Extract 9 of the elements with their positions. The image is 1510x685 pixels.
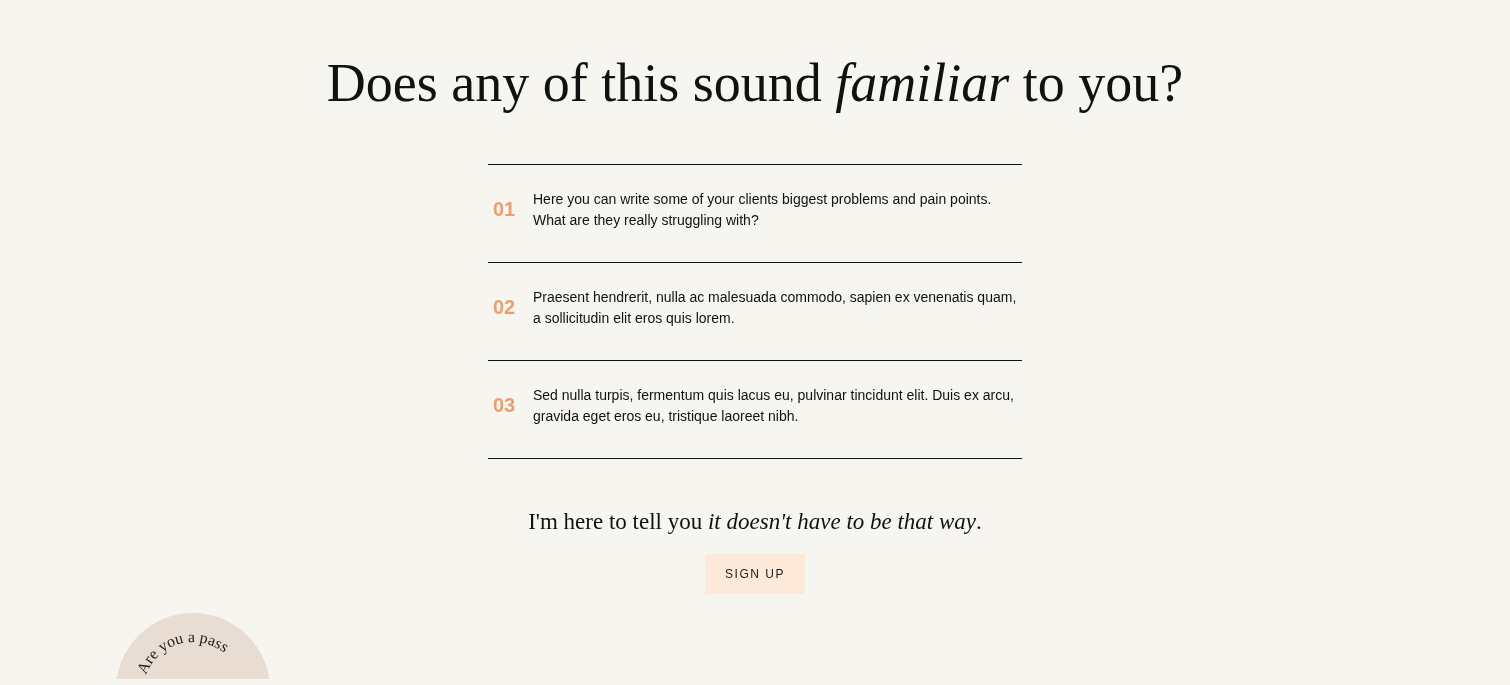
sign-up-button[interactable]: SIGN UP (705, 554, 805, 594)
item-number: 03 (493, 394, 517, 417)
tagline: I'm here to tell you it doesn't have to be that way. (528, 508, 982, 536)
section-heading: Does any of this sound familiar to you? (326, 52, 1184, 115)
item-text: Sed nulla turpis, fermentum quis lacus eu, pulvinar tincidunt elit. Duis ex arcu, gravida eget eros eu, tristique laoreet nibh. (533, 385, 1015, 426)
item-text: Praesent hendrerit, nulla ac malesuada commodo, sapien ex venenatis quam, a sollicitudin elit eros quis lorem. (533, 287, 1018, 328)
item-number: 02 (493, 296, 517, 319)
item-text: Here you can write some of your clients biggest problems and pain points. What are they really struggling with? (533, 189, 993, 230)
item-number: 01 (493, 198, 517, 221)
